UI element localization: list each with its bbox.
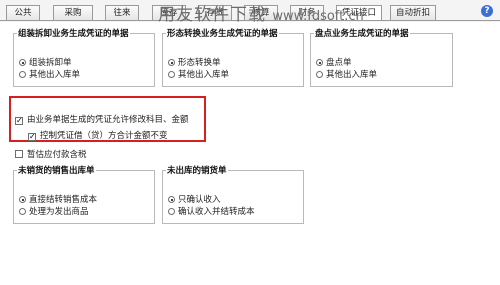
group-inventory-count: 盘点业务生成凭证的单据 盘点单 其他出入库单	[310, 27, 453, 87]
radio-label: 其他出入库单	[178, 70, 230, 80]
checkbox-label: 由业务单据生成的凭证允许修改科目、金额	[27, 115, 189, 125]
radio-label: 只确认收入	[178, 195, 221, 205]
radio-label: 直接结转销售成本	[29, 195, 98, 205]
radio-label: 确认收入并结转成本	[178, 207, 255, 217]
radio-label: 组装拆卸单	[29, 58, 72, 68]
radio-transform-doc[interactable]: 形态转换单	[168, 56, 221, 68]
checkbox-label: 控制凭证借（贷）方合计金额不变	[40, 131, 168, 141]
group-transform-title: 形态转换业务生成凭证的单据	[167, 29, 278, 39]
radio-transform-other[interactable]: 其他出入库单	[168, 68, 229, 80]
radio-income-only[interactable]: 只确认收入	[168, 193, 221, 205]
watermark: 用友软件下载 www.fdsoft.cn	[158, 0, 364, 25]
group-unshipped-sales-title: 未出库的销货单	[167, 166, 227, 176]
radio-icon-selected	[316, 59, 323, 66]
radio-direct-cost[interactable]: 直接结转销售成本	[19, 193, 97, 205]
group-assembly-title: 组装拆卸业务生成凭证的单据	[18, 29, 129, 39]
radio-icon-selected	[168, 196, 175, 203]
checkbox-checked-icon: ✓	[15, 116, 23, 125]
checkbox-shipping-tax[interactable]: 暂估应付款含税	[15, 148, 87, 160]
tab-purchase[interactable]: 采购	[53, 5, 93, 20]
radio-label: 处理为发出商品	[29, 207, 89, 217]
radio-icon-selected	[19, 196, 26, 203]
group-unsold-outbound-title: 未销货的销售出库单	[18, 166, 95, 176]
group-unshipped-sales: 未出库的销货单 只确认收入 确认收入并结转成本	[162, 164, 304, 224]
radio-icon	[19, 208, 26, 215]
checkbox-icon	[15, 150, 23, 158]
radio-label: 形态转换单	[178, 58, 221, 68]
checkbox-control-total[interactable]: ✓ 控制凭证借（贷）方合计金额不变	[28, 129, 168, 141]
radio-label: 其他出入库单	[326, 70, 378, 80]
radio-icon	[316, 71, 323, 78]
radio-count-other[interactable]: 其他出入库单	[316, 68, 377, 80]
radio-count-doc[interactable]: 盘点单	[316, 56, 352, 68]
tab-auto-discount[interactable]: 自动折扣	[390, 5, 436, 20]
radio-label: 其他出入库单	[29, 70, 81, 80]
radio-icon	[168, 208, 175, 215]
tab-general[interactable]: 公共	[6, 5, 40, 20]
radio-icon	[168, 71, 175, 78]
radio-icon-selected	[168, 59, 175, 66]
tab-receivables[interactable]: 往来	[105, 5, 139, 20]
checkbox-label: 暂估应付款含税	[27, 150, 87, 160]
radio-assembly-doc[interactable]: 组装拆卸单	[19, 56, 72, 68]
radio-income-and-cost[interactable]: 确认收入并结转成本	[168, 205, 255, 217]
group-assembly: 组装拆卸业务生成凭证的单据 组装拆卸单 其他出入库单	[13, 27, 155, 87]
checkbox-checked-icon: ✓	[28, 132, 36, 141]
radio-assembly-other[interactable]: 其他出入库单	[19, 68, 80, 80]
watermark-zh: 用友软件下载	[158, 5, 266, 25]
radio-goods-shipped[interactable]: 处理为发出商品	[19, 205, 89, 217]
group-transform: 形态转换业务生成凭证的单据 形态转换单 其他出入库单	[162, 27, 304, 87]
group-unsold-outbound: 未销货的销售出库单 直接结转销售成本 处理为发出商品	[13, 164, 155, 224]
checkbox-allow-modify[interactable]: ✓ 由业务单据生成的凭证允许修改科目、金额	[15, 113, 189, 125]
watermark-en: www.fdsoft.cn	[272, 9, 364, 24]
radio-icon-selected	[19, 59, 26, 66]
help-icon[interactable]: ?	[481, 5, 493, 17]
radio-icon	[19, 71, 26, 78]
group-inventory-count-title: 盘点业务生成凭证的单据	[315, 29, 409, 39]
radio-label: 盘点单	[326, 58, 352, 68]
